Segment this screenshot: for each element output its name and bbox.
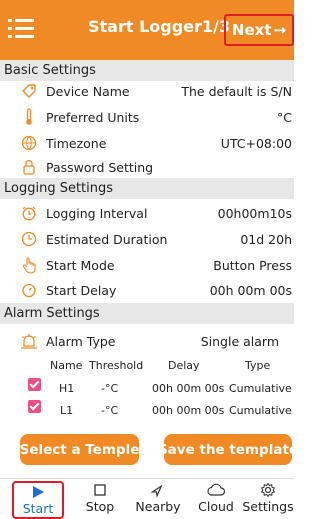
timezone-value: UTC+08:00 [220,135,292,151]
alarm-table-header: Name Threshold Delay Type [0,356,294,376]
compass-icon [150,481,166,499]
column-header-threshold: Threshold [89,359,144,372]
alarm-l1-name: L1 [60,404,74,417]
alarm-type-value: Single alarm [200,333,279,349]
column-header-type: Type [245,359,271,372]
nav-settings[interactable]: Settings [242,481,294,519]
alarm-l1-threshold: -°C [101,404,119,417]
nav-stop-label: Stop [85,499,115,514]
logging-interval-value: 00h00m10s [217,205,292,221]
menu-icon[interactable] [8,15,36,43]
alarm-l1-delay: 00h 00m 00s [152,404,225,417]
row-logging-interval[interactable]: Logging Interval 00h00m10s [0,200,294,226]
tag-icon [20,82,38,100]
nav-nearby[interactable]: Nearby [130,481,186,519]
password-setting-label: Password Setting [46,159,154,175]
save-template-button[interactable]: Save the template [158,434,298,465]
alarm-clock-icon [20,204,38,222]
nav-stop[interactable]: Stop [80,481,120,519]
nav-start-label: Start [22,501,54,516]
alarm-h1-delay: 00h 00m 00s [152,382,225,395]
section-alarm-settings: Alarm Settings [0,303,294,324]
alarm-h1-type: Cumulative [229,382,292,395]
alarm-row-h1[interactable]: H1 -°C 00h 00m 00s Cumulative [0,378,294,400]
lock-icon [20,158,38,176]
row-start-mode[interactable]: Start Mode Button Press [0,252,294,278]
thermometer-icon [20,108,38,126]
row-start-delay[interactable]: Start Delay 00h 00m 00s [0,277,294,303]
alarm-l1-type: Cumulative [229,404,292,417]
bottom-nav: Start Stop Nearby Cloud Settings [0,478,294,519]
page-title: Start Logger1/3 [88,17,231,36]
section-logging-settings: Logging Settings [0,178,294,199]
nav-start[interactable]: Start [12,481,64,519]
play-icon [31,483,45,501]
column-header-delay: Delay [168,359,200,372]
next-button-label: Next [231,21,272,39]
stop-square-icon [93,481,107,499]
alarm-icon [20,332,38,350]
header-bar: Start Logger1/3 Next → [0,0,294,60]
nav-settings-label: Settings [242,499,294,514]
device-name-value: The default is S/N [181,83,292,99]
clock-icon [20,230,38,248]
row-timezone[interactable]: Timezone UTC+08:00 [0,130,294,156]
arrow-right-icon: → [273,21,287,39]
alarm-h1-name: H1 [59,382,75,395]
globe-icon [20,134,38,152]
alarm-h1-threshold: -°C [101,382,119,395]
nav-nearby-label: Nearby [135,499,181,514]
nav-cloud[interactable]: Cloud [193,481,239,519]
alarm-l1-checkbox[interactable] [28,400,41,413]
timer-icon [20,281,38,299]
row-device-name[interactable]: Device Name The default is S/N [0,78,294,104]
start-mode-value: Button Press [213,257,292,273]
estimated-duration-value: 01d 20h [240,231,292,247]
hand-pointer-icon [20,256,38,274]
preferred-units-label: Preferred Units [46,109,140,125]
row-alarm-type[interactable]: Alarm Type Single alarm [0,328,294,354]
select-template-button[interactable]: Select a Temple [20,434,139,465]
row-preferred-units[interactable]: Preferred Units °C [0,104,294,130]
cloud-icon [206,481,226,499]
row-estimated-duration[interactable]: Estimated Duration 01d 20h [0,226,294,252]
gear-icon [260,481,276,499]
column-header-name: Name [50,359,83,372]
row-password-setting[interactable]: Password Setting [0,154,294,180]
next-button[interactable]: Next → [224,14,294,46]
alarm-h1-checkbox[interactable] [28,378,41,391]
alarm-row-l1[interactable]: L1 -°C 00h 00m 00s Cumulative [0,400,294,422]
start-delay-value: 00h 00m 00s [209,282,292,298]
preferred-units-value: °C [277,109,292,125]
nav-cloud-label: Cloud [198,499,234,514]
